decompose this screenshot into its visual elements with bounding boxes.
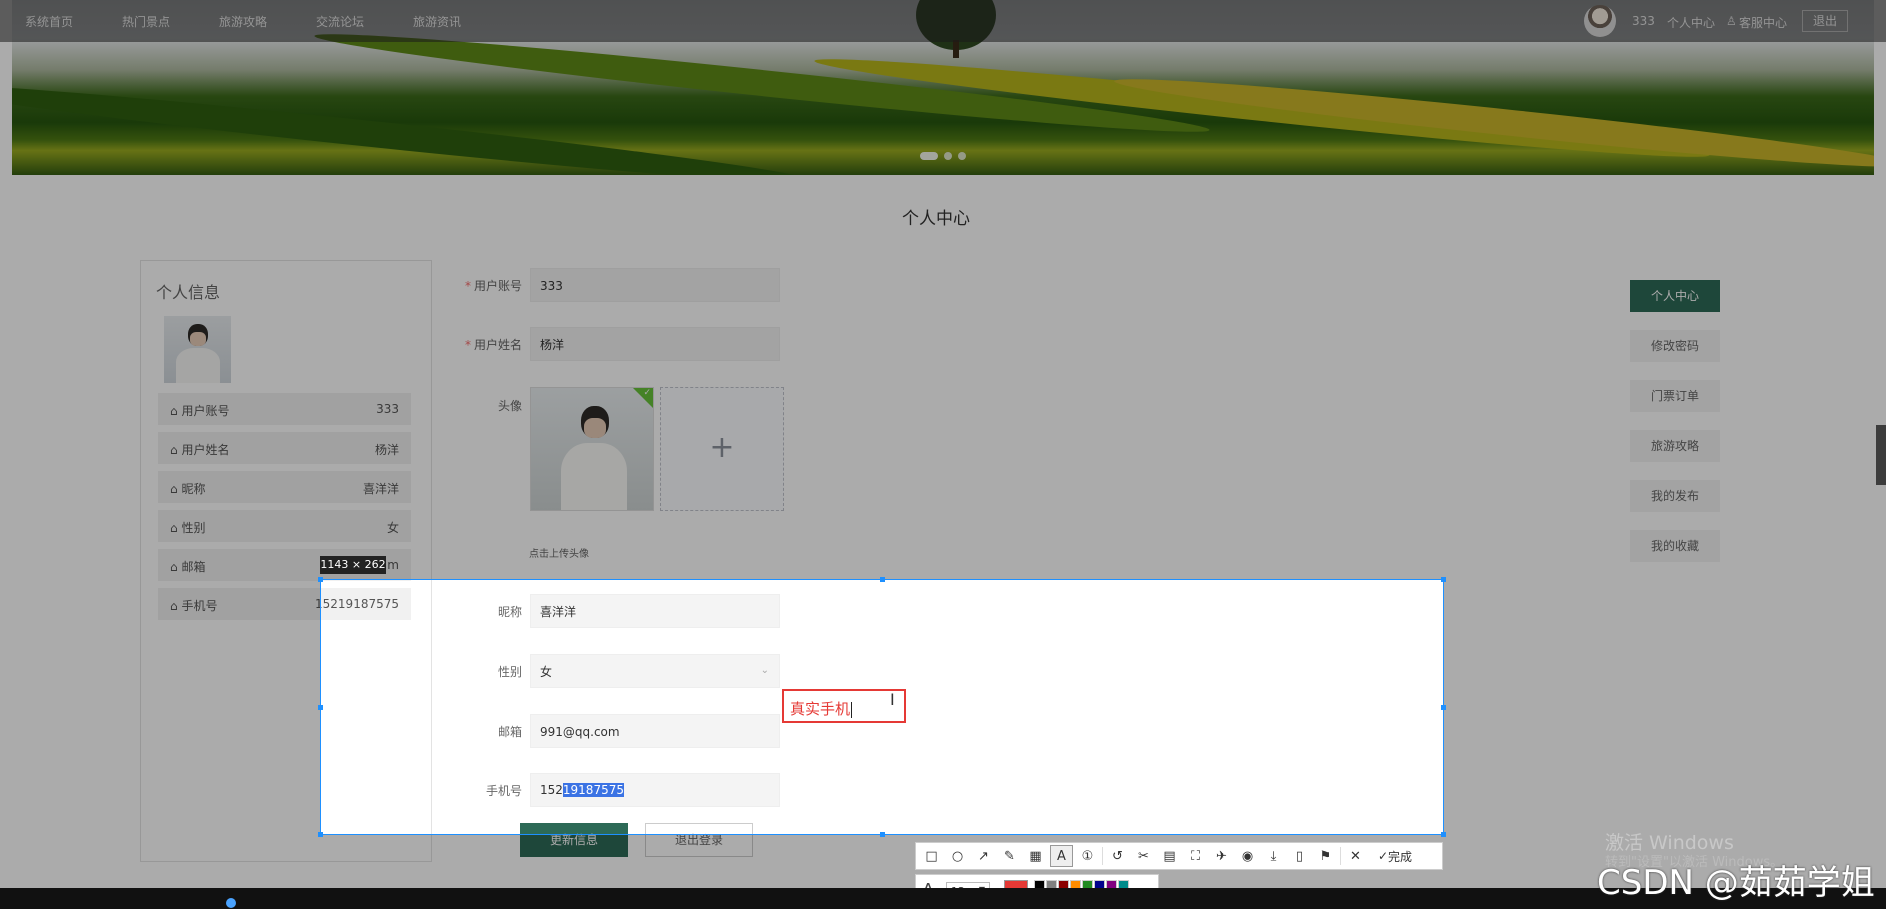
bookmark-icon[interactable]: ⚑ bbox=[1314, 845, 1337, 867]
scissors-icon[interactable]: ✂ bbox=[1132, 845, 1155, 867]
annotation-text[interactable]: 真实手机 bbox=[790, 700, 850, 718]
taskbar-app-icon[interactable] bbox=[226, 898, 236, 908]
close-icon[interactable]: ✕ bbox=[1344, 845, 1367, 867]
check-icon: ✓ bbox=[1377, 849, 1389, 863]
text-tool-icon[interactable]: A bbox=[1050, 845, 1073, 867]
done-button[interactable]: ✓ 完成 bbox=[1370, 845, 1420, 867]
capture-dim-overlay bbox=[0, 580, 320, 835]
scan-icon[interactable]: ⛶ bbox=[1184, 845, 1207, 867]
download-icon[interactable]: ⤓ bbox=[1262, 845, 1285, 867]
text-caret bbox=[851, 701, 853, 718]
resize-handle[interactable] bbox=[318, 705, 323, 710]
resize-handle[interactable] bbox=[1441, 577, 1446, 582]
resize-handle[interactable] bbox=[1441, 832, 1446, 837]
resize-handle[interactable] bbox=[318, 832, 323, 837]
pin-icon[interactable]: ✈ bbox=[1210, 845, 1233, 867]
resize-handle[interactable] bbox=[1441, 705, 1446, 710]
scrollbar-thumb[interactable] bbox=[1876, 425, 1886, 485]
text-annotation-box[interactable]: 真实手机 bbox=[782, 689, 906, 723]
ocr-icon[interactable]: ▤ bbox=[1158, 845, 1181, 867]
rectangle-tool-icon[interactable]: □ bbox=[920, 845, 943, 867]
mosaic-tool-icon[interactable]: ▦ bbox=[1024, 845, 1047, 867]
text-cursor-icon: I bbox=[890, 690, 895, 709]
number-tool-icon[interactable]: ① bbox=[1076, 845, 1099, 867]
record-icon[interactable]: ◉ bbox=[1236, 845, 1259, 867]
capture-dim-overlay bbox=[0, 0, 1886, 580]
undo-icon[interactable]: ↺ bbox=[1106, 845, 1129, 867]
capture-size-label: 1143 × 262 bbox=[320, 556, 386, 574]
toolbar-divider bbox=[1102, 847, 1103, 865]
toolbar-divider bbox=[1340, 847, 1341, 865]
resize-handle[interactable] bbox=[880, 832, 885, 837]
capture-toolbar: □ ○ ↗ ✎ ▦ A ① ↺ ✂ ▤ ⛶ ✈ ◉ ⤓ ▯ ⚑ ✕ ✓ 完成 bbox=[915, 842, 1443, 870]
pen-tool-icon[interactable]: ✎ bbox=[998, 845, 1021, 867]
ellipse-tool-icon[interactable]: ○ bbox=[946, 845, 969, 867]
resize-handle[interactable] bbox=[880, 577, 885, 582]
capture-dim-overlay bbox=[1444, 580, 1886, 835]
long-screenshot-icon[interactable]: ▯ bbox=[1288, 845, 1311, 867]
resize-handle[interactable] bbox=[318, 577, 323, 582]
csdn-watermark: CSDN @茹茹学姐 bbox=[1597, 863, 1875, 903]
arrow-tool-icon[interactable]: ↗ bbox=[972, 845, 995, 867]
